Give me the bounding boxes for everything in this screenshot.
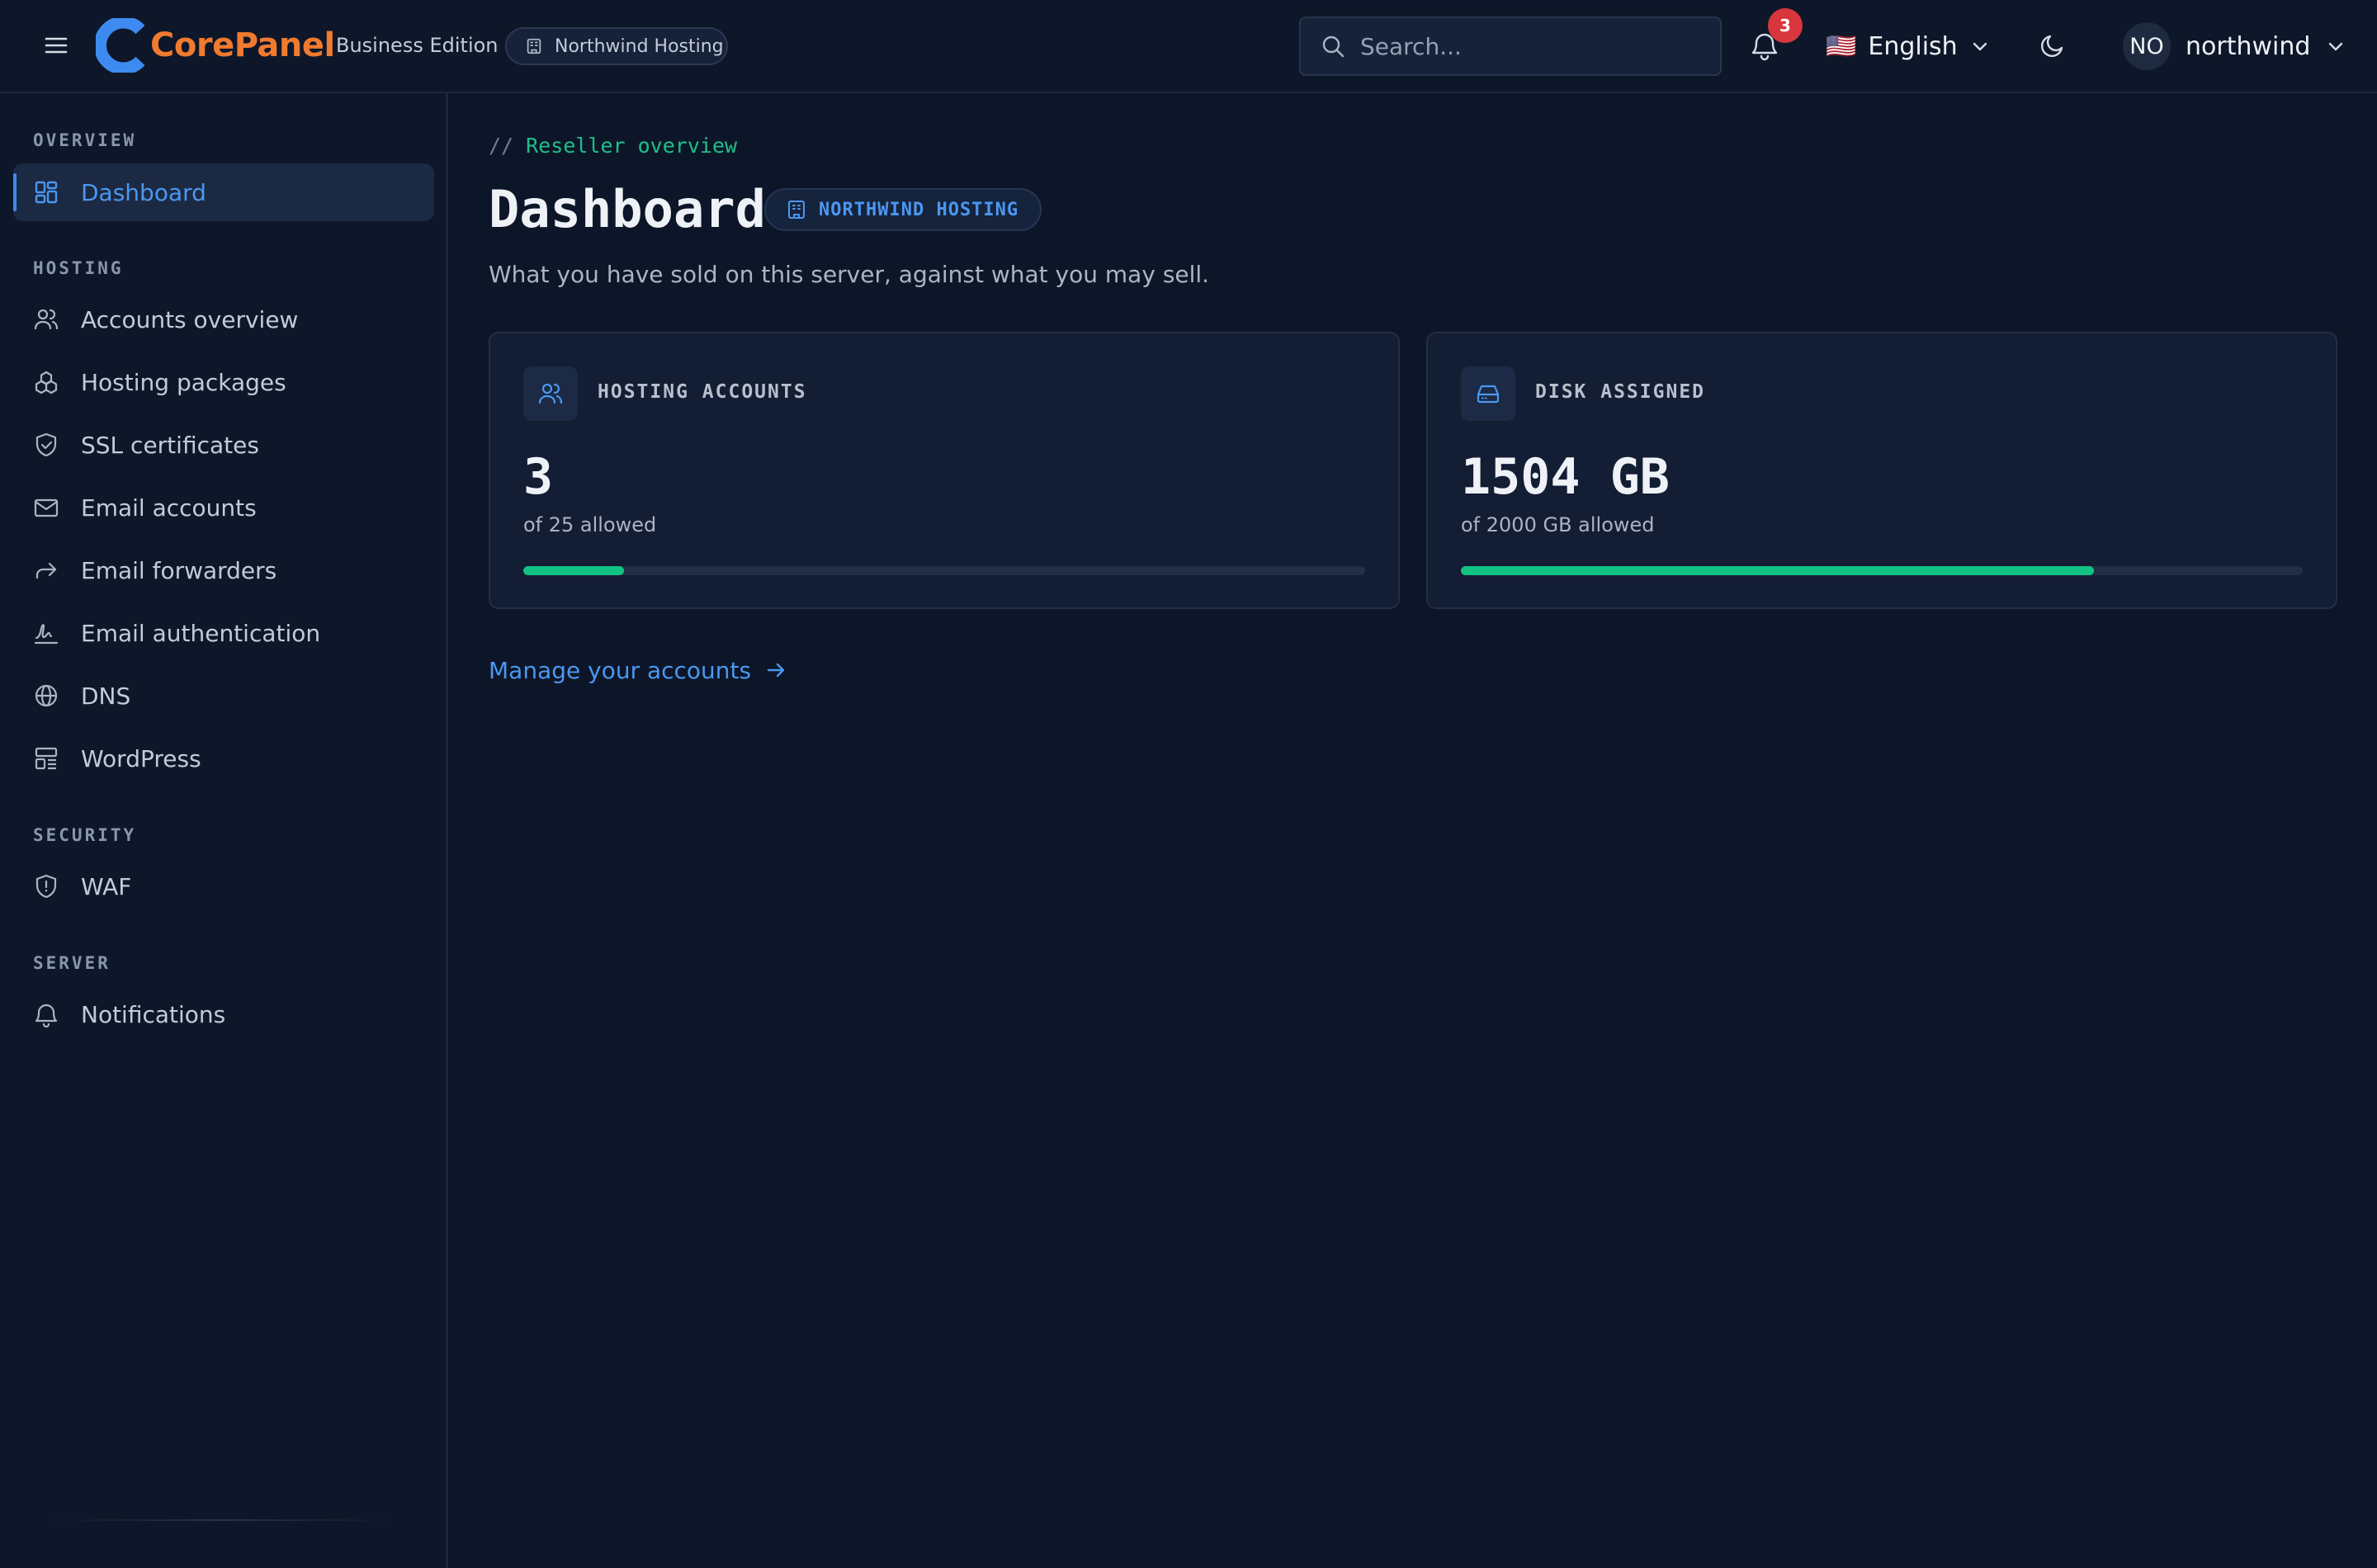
manage-accounts-link[interactable]: Manage your accounts (489, 654, 787, 687)
menu-icon[interactable] (43, 32, 69, 59)
sidebar-item-label: WAF (81, 872, 132, 900)
breadcrumb-text: Reseller overview (526, 134, 738, 158)
language-label: English (1868, 31, 1958, 61)
organization-badge-label: NORTHWIND HOSTING (819, 199, 1019, 220)
layout-icon (33, 745, 59, 772)
search-box[interactable] (1299, 17, 1722, 76)
sidebar-item-label: DNS (81, 682, 131, 710)
logo-icon[interactable] (96, 18, 149, 73)
signature-icon (33, 620, 59, 646)
breadcrumb: // Reseller overview (489, 134, 737, 158)
sidebar-item-label: WordPress (81, 744, 201, 772)
sidebar-item-label: Email authentication (81, 619, 321, 647)
edition-label: Business Edition (336, 34, 499, 57)
sidebar-divider (50, 1519, 396, 1521)
sidebar-item-label: Hosting packages (81, 368, 286, 396)
manage-accounts-label: Manage your accounts (489, 656, 752, 684)
sidebar-item-label: SSL certificates (81, 431, 259, 459)
sidebar-item-email-authentication[interactable]: Email authentication (13, 604, 434, 662)
card-limit: of 2000 GB allowed (1461, 513, 1655, 536)
section-label-security: SECURITY (33, 825, 137, 845)
sidebar-item-accounts-overview[interactable]: Accounts overview (13, 290, 434, 348)
hard-drive-icon (1461, 366, 1515, 421)
globe-icon (33, 682, 59, 709)
card-label: DISK ASSIGNED (1535, 381, 1706, 403)
moon-icon[interactable] (2039, 31, 2067, 59)
sidebar-item-email-accounts[interactable]: Email accounts (13, 479, 434, 536)
section-label-overview: OVERVIEW (33, 130, 137, 150)
organization-badge: NORTHWIND HOSTING (764, 188, 1042, 231)
sidebar-item-label: Email accounts (81, 494, 257, 522)
sidebar-item-label: Notifications (81, 1000, 226, 1028)
chevron-down-icon (2325, 35, 2346, 57)
section-label-hosting: HOSTING (33, 258, 124, 278)
breadcrumb-prefix: // (489, 134, 514, 158)
search-input[interactable] (1360, 32, 1690, 60)
progress-fill (523, 566, 625, 575)
progress-fill (1461, 566, 2095, 575)
page-title: Dashboard (489, 179, 766, 239)
dashboard-icon (33, 179, 59, 205)
building-icon (525, 37, 543, 55)
users-icon (33, 306, 59, 333)
sidebar-item-label: Dashboard (81, 178, 206, 206)
sidebar-item-label: Accounts overview (81, 305, 299, 333)
chevron-down-icon (1969, 35, 1991, 57)
building-icon (786, 199, 807, 220)
sidebar-item-hosting-packages[interactable]: Hosting packages (13, 353, 434, 411)
sidebar-item-waf[interactable]: WAF (13, 857, 434, 915)
card-limit: of 25 allowed (523, 513, 657, 536)
shield-alert-icon (33, 873, 59, 900)
sidebar-item-dashboard[interactable]: Dashboard (13, 163, 434, 221)
disk-progress-bar (1461, 566, 2303, 575)
us-flag-icon: 🇺🇸 (1826, 31, 1857, 61)
brand-name[interactable]: CorePanel (150, 25, 335, 66)
sidebar-item-label: Email forwarders (81, 556, 277, 584)
sidebar-item-notifications[interactable]: Notifications (13, 985, 434, 1043)
sidebar-item-ssl-certificates[interactable]: SSL certificates (13, 416, 434, 474)
card-label: HOSTING ACCOUNTS (598, 381, 807, 403)
notification-count-badge: 3 (1768, 8, 1803, 43)
organization-name: Northwind Hosting (555, 35, 724, 57)
bell-icon (33, 1001, 59, 1027)
arrow-right-icon (764, 659, 787, 682)
users-icon (523, 366, 578, 421)
sidebar-item-email-forwarders[interactable]: Email forwarders (13, 541, 434, 599)
card-value: 3 (523, 448, 554, 506)
sidebar-item-wordpress[interactable]: WordPress (13, 730, 434, 787)
page-subtitle: What you have sold on this server, again… (489, 261, 1210, 288)
section-label-server: SERVER (33, 953, 111, 973)
language-selector[interactable]: 🇺🇸 English (1826, 25, 1991, 68)
card-value: 1504 GB (1461, 448, 1670, 506)
mail-icon (33, 494, 59, 521)
disk-assigned-card: DISK ASSIGNED 1504 GB of 2000 GB allowed (1426, 332, 2337, 609)
avatar: NO (2123, 22, 2171, 70)
accounts-progress-bar (523, 566, 1365, 575)
forward-icon (33, 557, 59, 583)
top-bar: CorePanel Business Edition Northwind Hos… (0, 0, 2377, 93)
packages-icon (33, 369, 59, 395)
sidebar: OVERVIEW Dashboard HOSTING Accounts over… (0, 93, 448, 1568)
sidebar-item-dns[interactable]: DNS (13, 667, 434, 725)
shield-check-icon (33, 432, 59, 458)
user-menu[interactable]: NO northwind (2123, 21, 2346, 71)
search-icon (1321, 34, 1345, 59)
organization-pill[interactable]: Northwind Hosting (505, 27, 728, 65)
username: northwind (2186, 31, 2311, 61)
hosting-accounts-card: HOSTING ACCOUNTS 3 of 25 allowed (489, 332, 1400, 609)
